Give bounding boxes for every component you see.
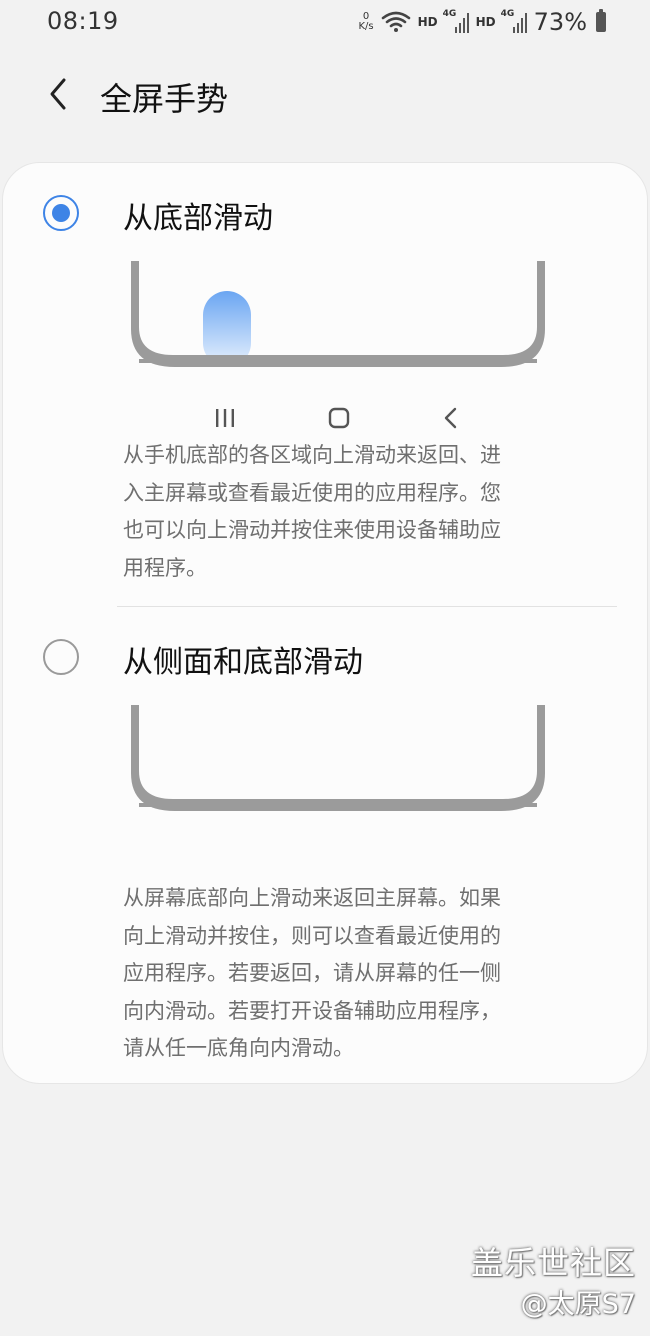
status-icons: 0 K/s HD 4G HD 4G 73% bbox=[358, 6, 606, 38]
wifi-icon bbox=[381, 11, 410, 32]
signal-icon-1: 4G bbox=[442, 9, 469, 33]
bottom-swipe-illustration bbox=[131, 261, 545, 367]
option-description-swipe-from-sides-and-bottom: 从屏幕底部向上滑动来返回主屏幕。如果 向上滑动并按住，则可以查看最近使用的 应用… bbox=[123, 880, 563, 1068]
home-icon bbox=[328, 407, 350, 429]
description-line: 从手机底部的各区域向上滑动来返回、进 bbox=[123, 443, 501, 467]
status-bar: 08:19 0 K/s HD 4G HD 4G 73% bbox=[0, 0, 650, 44]
option-description-swipe-from-bottom: 从手机底部的各区域向上滑动来返回、进 入主屏幕或查看最近使用的应用程序。您 也可… bbox=[123, 437, 563, 587]
description-line: 应用程序。若要返回，请从屏幕的任一侧 bbox=[123, 961, 501, 985]
option-swipe-from-sides-and-bottom[interactable]: 从侧面和底部滑动 从屏幕底部向上滑动来返回主屏幕。如果 向上滑动并按住，则可以查… bbox=[3, 609, 647, 1085]
description-line: 也可以向上滑动并按住来使用设备辅助应 bbox=[123, 518, 501, 542]
signal-icon-2: 4G bbox=[500, 9, 527, 33]
side-and-bottom-swipe-illustration bbox=[131, 705, 545, 811]
page-title: 全屏手势 bbox=[100, 80, 229, 118]
option-label-swipe-from-bottom: 从底部滑动 bbox=[123, 201, 273, 236]
description-line: 向上滑动并按住，则可以查看最近使用的 bbox=[123, 923, 501, 948]
radio-swipe-from-bottom[interactable] bbox=[43, 195, 79, 231]
chevron-left-icon bbox=[50, 78, 66, 110]
option-swipe-from-bottom[interactable]: 从底部滑动 从手机底部的各区域向上滑动来返回、进 入主屏幕或查看最近使用的应用程… bbox=[3, 163, 647, 603]
network-speed-unit: K/s bbox=[358, 21, 374, 32]
hd-badge-1: HD bbox=[417, 15, 438, 29]
back-button[interactable] bbox=[36, 72, 80, 116]
option-divider bbox=[117, 606, 617, 607]
status-time: 08:19 bbox=[47, 7, 119, 35]
hd-badge-2: HD bbox=[475, 15, 496, 29]
description-line: 入主屏幕或查看最近使用的应用程序。您 bbox=[123, 480, 501, 505]
gesture-options-card: 从底部滑动 从手机底部的各区域向上滑动来返回、进 入主屏幕或查看最近使用的应用程… bbox=[2, 162, 648, 1084]
navigation-hints bbox=[131, 403, 545, 433]
description-line: 用程序。 bbox=[123, 555, 207, 580]
watermark-author: @太原S7 bbox=[520, 1289, 636, 1320]
description-line: 请从任一底角向内滑动。 bbox=[123, 1036, 354, 1060]
network-speed: 0 K/s bbox=[358, 12, 373, 32]
option-label-swipe-from-sides-and-bottom: 从侧面和底部滑动 bbox=[123, 645, 363, 680]
network-type-1: 4G bbox=[442, 9, 457, 19]
description-line: 从屏幕底部向上滑动来返回主屏幕。如果 bbox=[123, 886, 501, 910]
back-icon bbox=[444, 407, 457, 429]
watermark-community: 盖乐世社区 bbox=[470, 1244, 636, 1282]
network-type-2: 4G bbox=[500, 9, 515, 19]
description-line: 向内滑动。若要打开设备辅助应用程序， bbox=[123, 998, 501, 1023]
battery-percent: 73% bbox=[533, 8, 587, 36]
recents-icon bbox=[216, 409, 234, 427]
radio-swipe-from-sides-and-bottom[interactable] bbox=[43, 639, 79, 675]
battery-icon bbox=[596, 9, 606, 32]
